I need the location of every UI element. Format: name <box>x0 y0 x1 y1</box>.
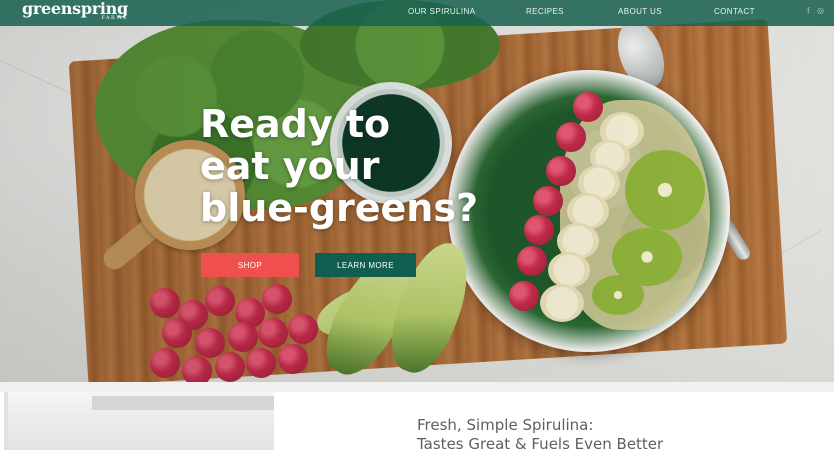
image-edge <box>4 392 8 450</box>
image-shelf <box>92 396 274 410</box>
shop-button[interactable]: SHOP <box>201 253 299 277</box>
brand-logo[interactable]: greenspring FARMS <box>22 1 128 21</box>
nav-contact[interactable]: CONTACT <box>714 7 755 16</box>
nav-about-us[interactable]: ABOUT US <box>618 7 662 16</box>
hero-headline: Ready to eat your blue-greens? <box>200 103 480 229</box>
facebook-icon[interactable]: f <box>807 6 810 15</box>
instagram-icon[interactable]: ◎ <box>817 6 824 15</box>
tagline-line: Tastes Great & Fuels Even Better <box>417 435 664 450</box>
section-tagline: Fresh, Simple Spirulina: Tastes Great & … <box>417 416 663 450</box>
nav-recipes[interactable]: RECIPES <box>526 7 564 16</box>
product-image <box>4 392 274 450</box>
top-navbar: greenspring FARMS OUR SPIRULINA RECIPES … <box>0 0 834 26</box>
hero-headline-line: blue-greens? <box>200 186 479 230</box>
learn-more-button[interactable]: LEARN MORE <box>315 253 416 277</box>
section-divider <box>0 382 834 392</box>
nav-our-spirulina[interactable]: OUR SPIRULINA <box>408 7 475 16</box>
tagline-line: Fresh, Simple Spirulina: <box>417 416 594 434</box>
hero-headline-line: eat your <box>200 144 380 188</box>
hero-headline-line: Ready to <box>200 102 391 146</box>
